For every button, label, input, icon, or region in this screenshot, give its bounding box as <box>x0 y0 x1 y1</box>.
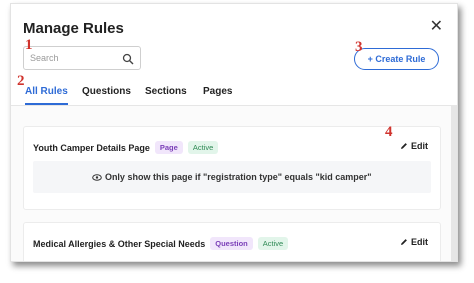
eye-icon <box>92 174 103 181</box>
pencil-icon <box>401 143 408 149</box>
search-icon[interactable] <box>122 53 134 65</box>
status-badge: Active <box>187 141 219 154</box>
annotation-number: 3 <box>355 39 363 55</box>
tab-sections[interactable]: Sections <box>145 86 187 97</box>
annotation-number: 2 <box>17 73 25 89</box>
rule-condition: Only show this page if "registration typ… <box>33 161 431 193</box>
rule-type-badge: Question <box>210 237 253 250</box>
modal-header: Manage Rules ✕ + Create Rule <box>11 4 457 82</box>
edit-button[interactable]: Edit <box>400 141 428 151</box>
search-field[interactable] <box>23 46 141 70</box>
edit-button[interactable]: Edit <box>400 237 428 247</box>
tab-pages[interactable]: Pages <box>203 86 232 97</box>
search-input[interactable] <box>30 50 118 66</box>
scrollbar-track[interactable] <box>451 106 457 261</box>
rule-tabs: All Rules Questions Sections Pages <box>11 82 457 106</box>
status-badge: Active <box>257 237 289 250</box>
close-icon[interactable]: ✕ <box>430 19 443 35</box>
annotation-number: 1 <box>25 37 33 53</box>
rule-title-row: Medical Allergies & Other Special Needs Q… <box>33 237 289 250</box>
rule-card: Medical Allergies & Other Special Needs Q… <box>23 222 441 261</box>
create-rule-button[interactable]: + Create Rule <box>354 48 439 70</box>
rule-title: Medical Allergies & Other Special Needs <box>33 239 206 249</box>
pencil-icon <box>401 239 408 245</box>
rule-type-badge: Page <box>154 141 183 154</box>
rule-title-row: Youth Camper Details Page Page Active <box>33 141 219 154</box>
rule-card: Youth Camper Details Page Page Active Edit… <box>23 126 441 210</box>
tab-questions[interactable]: Questions <box>82 86 131 97</box>
condition-text: Only show this page if "registration typ… <box>104 172 372 182</box>
edit-label: Edit <box>411 237 428 247</box>
tab-all-rules[interactable]: All Rules <box>25 86 68 105</box>
modal-title: Manage Rules <box>23 20 124 37</box>
edit-label: Edit <box>411 141 428 151</box>
annotation-number: 4 <box>385 124 393 140</box>
manage-rules-modal: Manage Rules ✕ + Create Rule All Rules Q… <box>10 3 458 262</box>
rule-title: Youth Camper Details Page <box>33 143 150 153</box>
